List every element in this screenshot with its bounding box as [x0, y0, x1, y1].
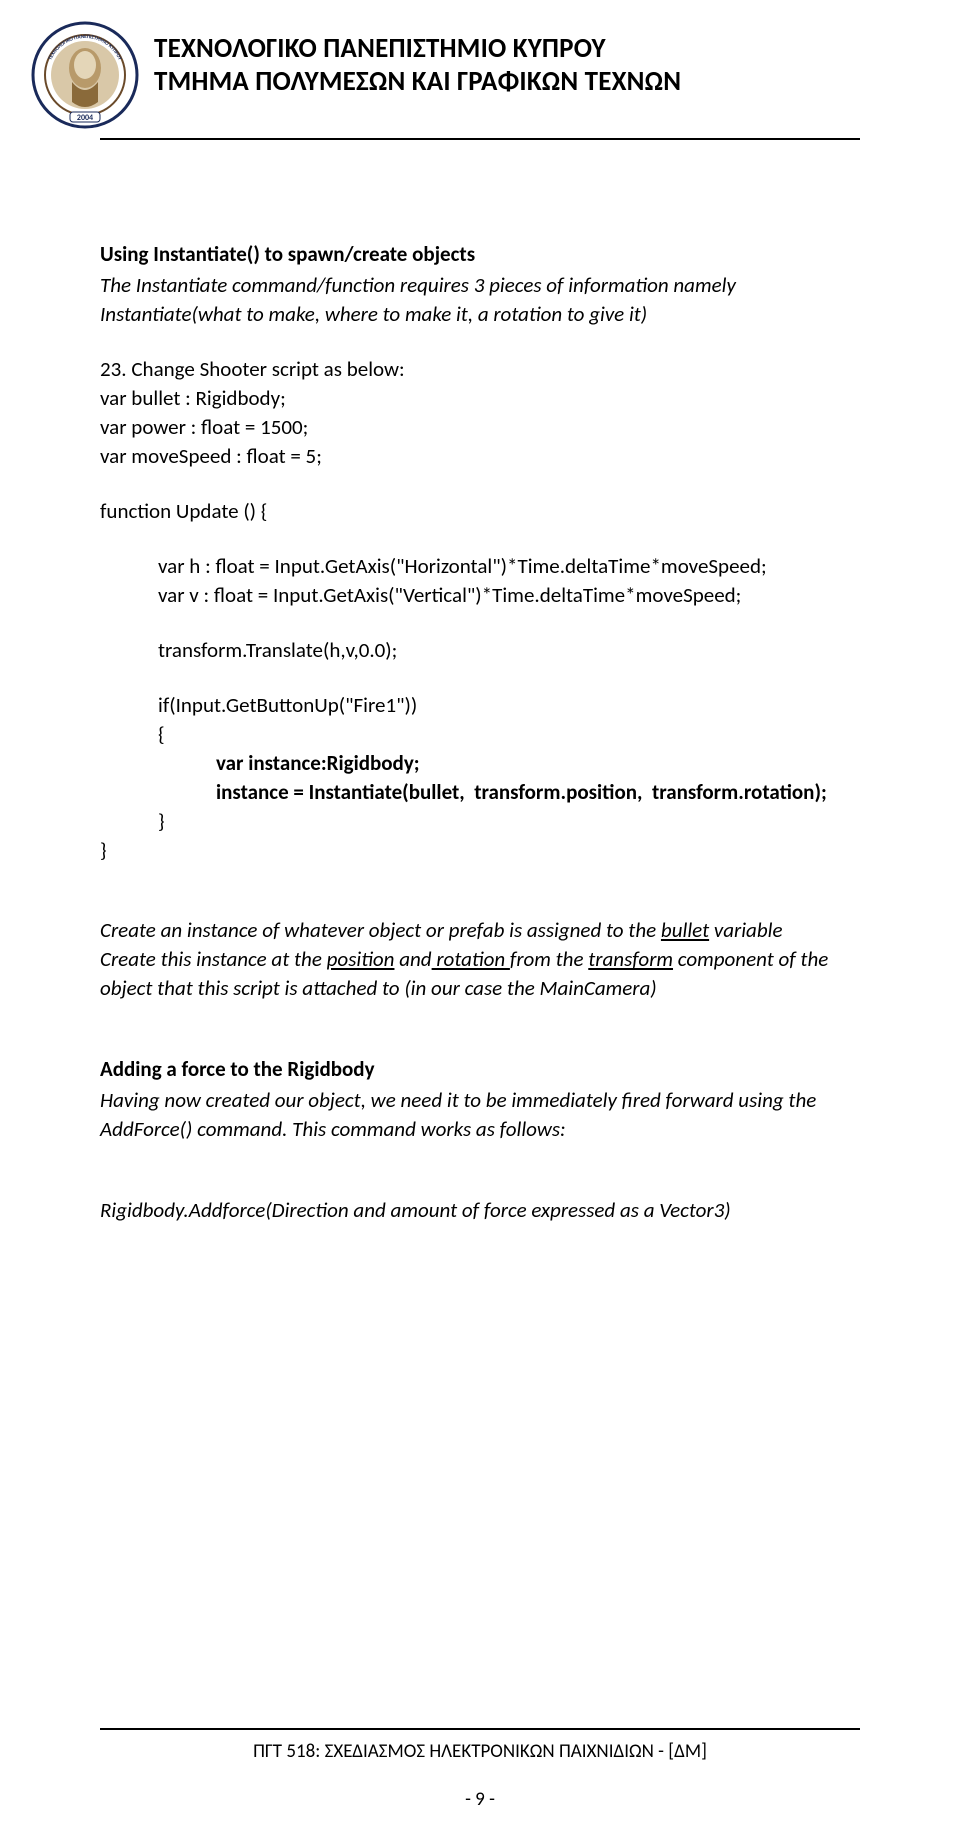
underline-position: position	[327, 946, 395, 972]
code-declarations: var bullet : Rigidbody; var power : floa…	[100, 384, 860, 471]
text: Create this instance at the	[100, 946, 327, 972]
underline-transform: transform	[588, 946, 673, 972]
code-vars-hv: var h : float = Input.GetAxis("Horizonta…	[100, 552, 860, 610]
code-line: if(Input.GetButtonUp("Fire1"))	[100, 691, 860, 720]
footer-divider	[100, 1728, 860, 1730]
underline-rotation: rotation	[432, 946, 510, 972]
header-line-2: ΤΜΗΜΑ ΠΟΛΥΜΕΣΩΝ ΚΑΙ ΓΡΑΦΙΚΩΝ ΤΕΧΝΩΝ	[154, 65, 681, 98]
page: 2004 ΤΕΧΝΟΛΟΓΙΚΟ ΠΑΝΕΠΙΣΤΗΜΙΟ ΚΥΠΡΟΥ ΤΕΧ…	[0, 0, 960, 1823]
section-title-instantiate: Using Instantiate() to spawn/create obje…	[100, 240, 860, 269]
content: Using Instantiate() to spawn/create obje…	[0, 140, 960, 1225]
explain-p2: Create this instance at the position and…	[100, 945, 860, 1003]
code-line: var bullet : Rigidbody;	[100, 384, 860, 413]
text: and	[394, 946, 431, 972]
footer-course: ΠΓΤ 518: ΣΧΕΔΙΑΣΜΟΣ ΗΛΕΚΤΡΟΝΙΚΩΝ ΠΑΙΧΝΙΔ…	[100, 1740, 860, 1763]
text: from the	[510, 946, 588, 972]
explain-p1: Create an instance of whatever object or…	[100, 916, 860, 945]
step-number: 23.	[100, 356, 127, 382]
code-if-block: if(Input.GetButtonUp("Fire1")) { var ins…	[100, 691, 860, 865]
code-line: }	[100, 836, 860, 865]
text: Create an instance of whatever object or…	[100, 917, 661, 943]
university-logo: 2004 ΤΕΧΝΟΛΟΓΙΚΟ ΠΑΝΕΠΙΣΤΗΜΙΟ ΚΥΠΡΟΥ	[30, 20, 140, 130]
text: variable	[709, 917, 782, 943]
code-line: var h : float = Input.GetAxis("Horizonta…	[100, 552, 860, 581]
page-footer: ΠΓΤ 518: ΣΧΕΔΙΑΣΜΟΣ ΗΛΕΚΤΡΟΝΙΚΩΝ ΠΑΙΧΝΙΔ…	[100, 1728, 860, 1763]
section-title-force: Adding a force to the Rigidbody	[100, 1055, 860, 1084]
code-line: var v : float = Input.GetAxis("Vertical"…	[100, 581, 860, 610]
page-header: 2004 ΤΕΧΝΟΛΟΓΙΚΟ ΠΑΝΕΠΙΣΤΗΜΙΟ ΚΥΠΡΟΥ ΤΕΧ…	[0, 0, 960, 130]
code-function-open: function Update () {	[100, 497, 860, 526]
code-line: {	[100, 720, 860, 749]
header-line-1: ΤΕΧΝΟΛΟΓΙΚΟ ΠΑΝΕΠΙΣΤΗΜΙΟ ΚΥΠΡΟΥ	[154, 32, 681, 65]
code-line: }	[100, 807, 860, 836]
underline-bullet: bullet	[661, 917, 709, 943]
header-title: ΤΕΧΝΟΛΟΓΙΚΟ ΠΑΝΕΠΙΣΤΗΜΙΟ ΚΥΠΡΟΥ ΤΜΗΜΑ ΠΟ…	[154, 20, 681, 98]
code-line: var moveSpeed : float = 5;	[100, 442, 860, 471]
page-number: - 9 -	[0, 1788, 960, 1811]
step-23: 23. Change Shooter script as below:	[100, 355, 860, 384]
section-body-force: Having now created our object, we need i…	[100, 1086, 860, 1144]
addforce-signature: Rigidbody.Addforce(Direction and amount …	[100, 1196, 860, 1225]
code-line: var power : float = 1500;	[100, 413, 860, 442]
code-translate: transform.Translate(h,v,0.0);	[100, 636, 860, 665]
step-text: Change Shooter script as below:	[131, 356, 404, 382]
code-line: function Update () {	[100, 497, 860, 526]
code-line-bold: instance = Instantiate(bullet, transform…	[100, 778, 860, 807]
code-line: transform.Translate(h,v,0.0);	[100, 636, 860, 665]
section-body-instantiate: The Instantiate command/function require…	[100, 271, 860, 329]
code-line-bold: var instance:Rigidbody;	[100, 749, 860, 778]
svg-text:2004: 2004	[77, 113, 93, 123]
